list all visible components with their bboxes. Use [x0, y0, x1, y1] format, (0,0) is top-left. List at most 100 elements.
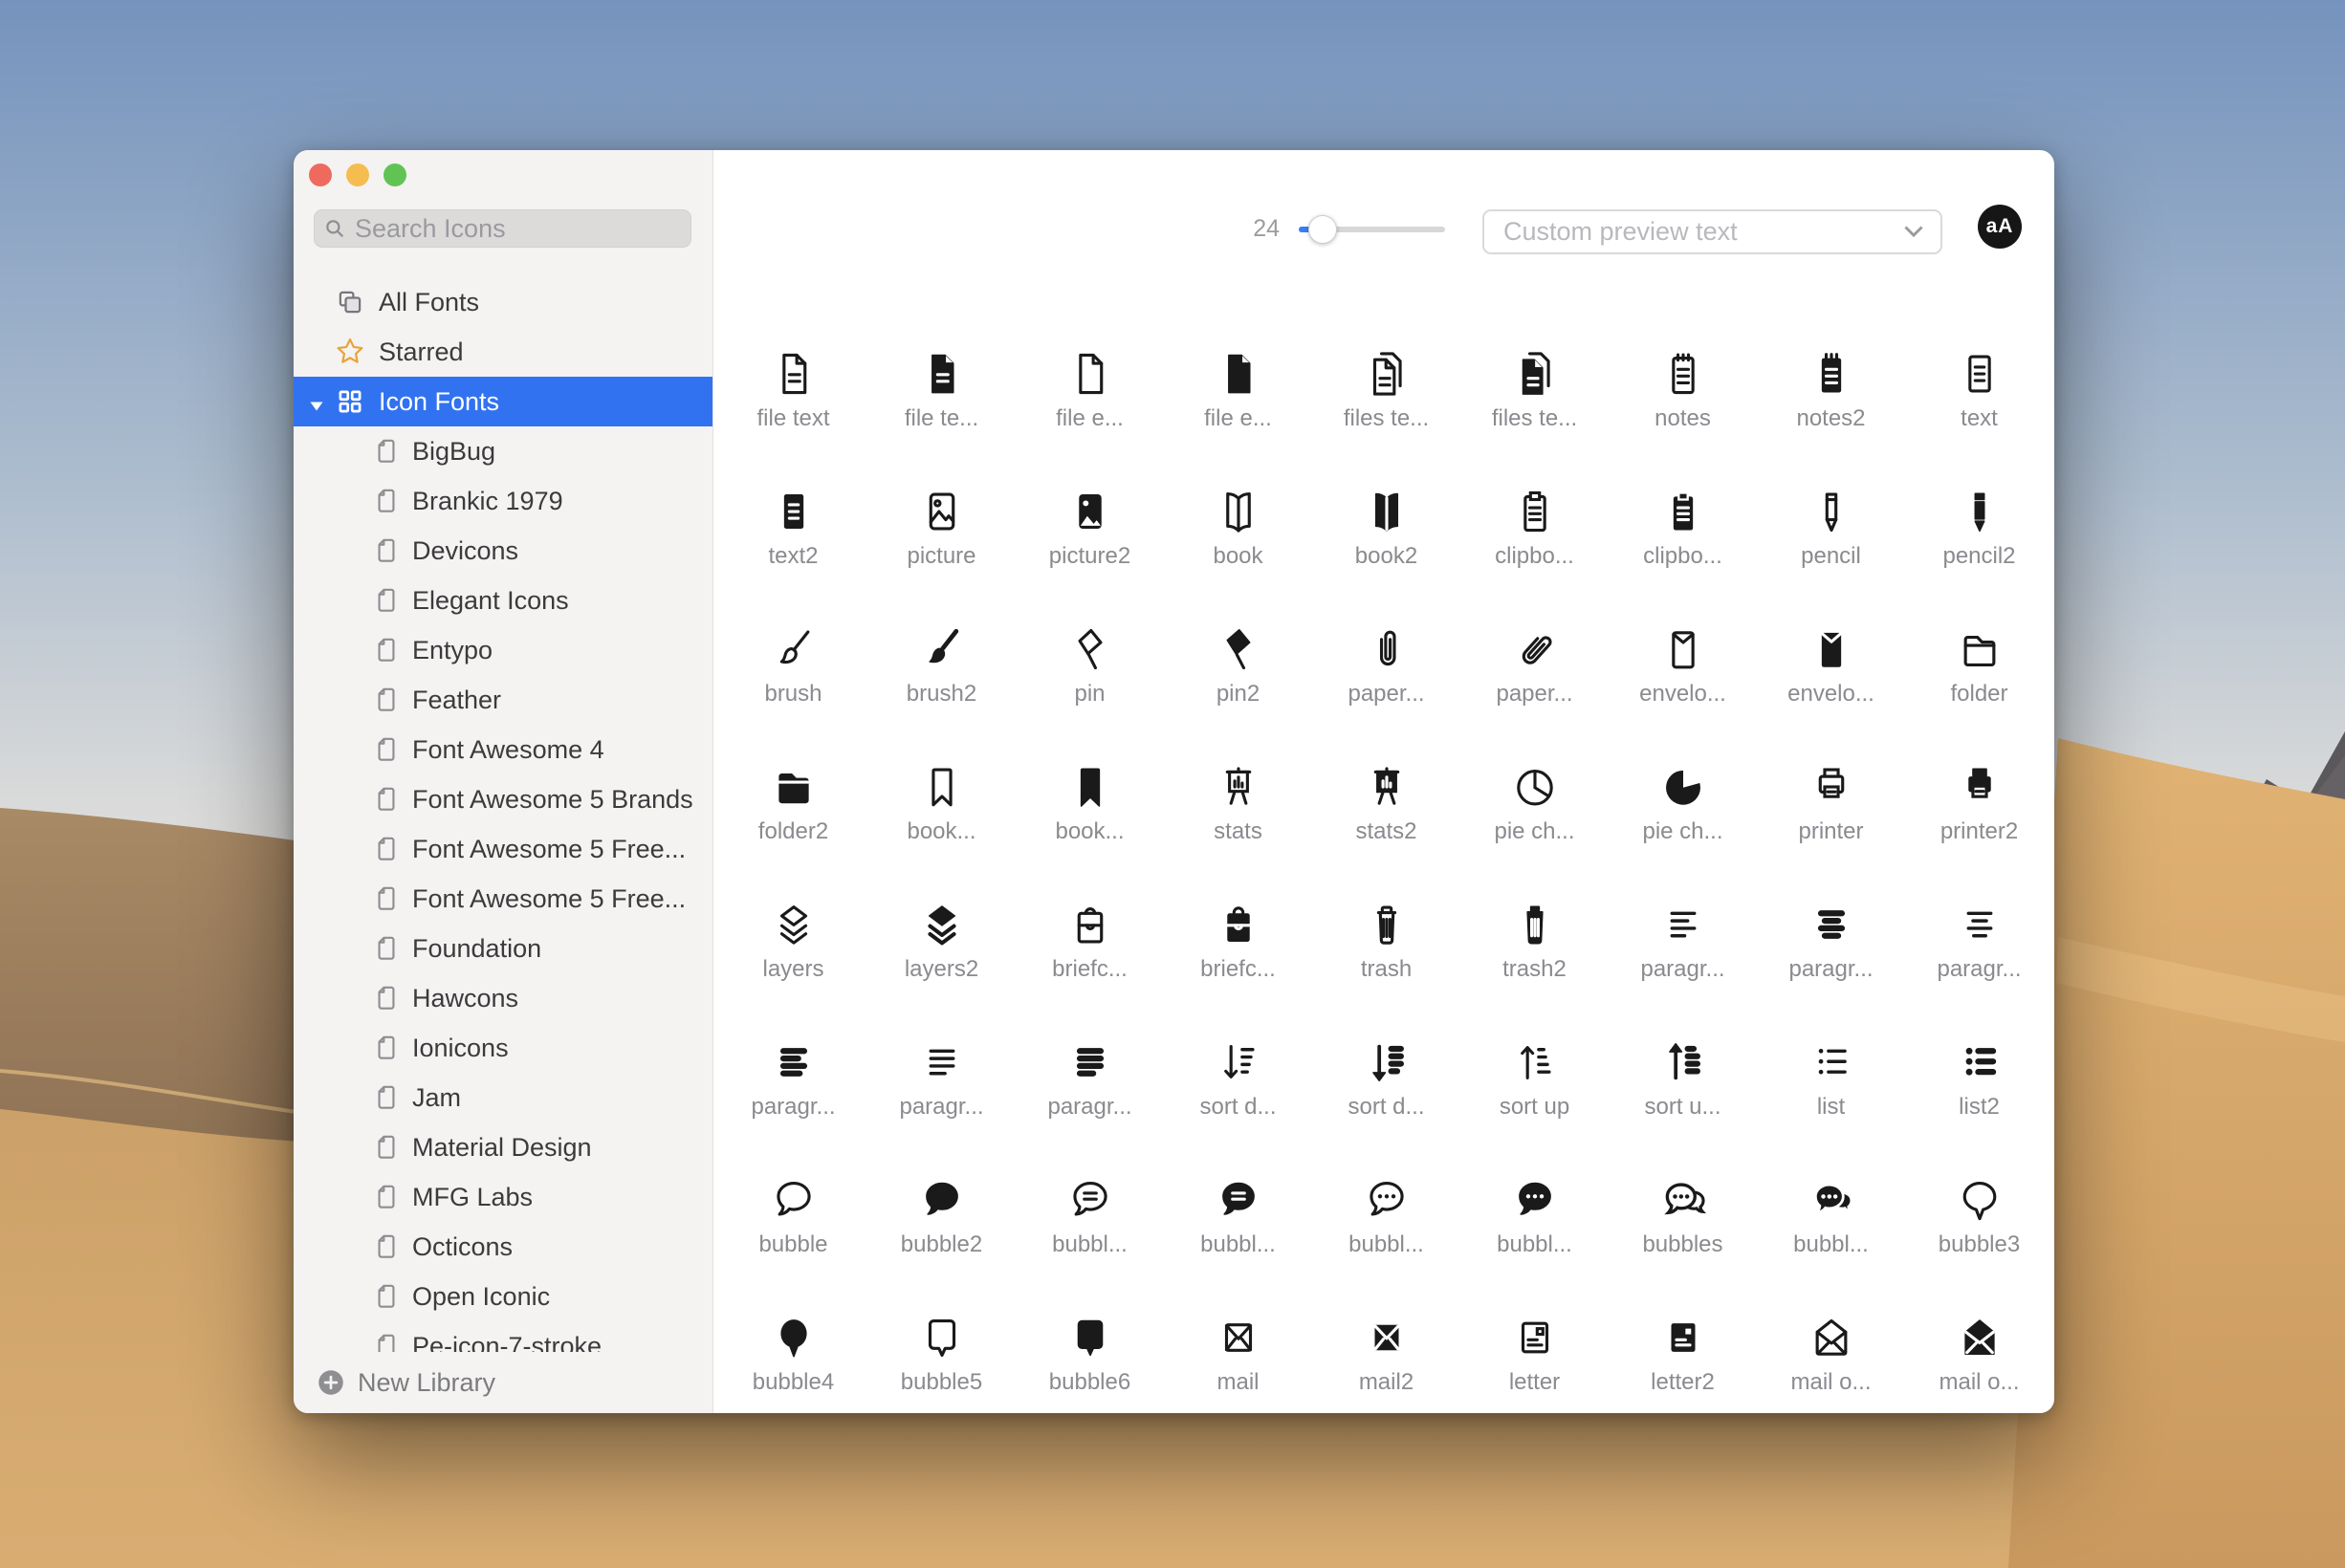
glyph-cell-file-empty2[interactable]: file e... — [1164, 305, 1312, 443]
glyph-cell-trash2[interactable]: trash2 — [1460, 856, 1609, 993]
glyph-cell-list[interactable]: list — [1757, 993, 1905, 1131]
glyph-cell-clipboard-text2[interactable]: clipbo... — [1609, 443, 1757, 580]
glyph-cell-bubble-dots2[interactable]: bubbl... — [1460, 1131, 1609, 1269]
glyph-cell-bubbles2[interactable]: bubbl... — [1757, 1131, 1905, 1269]
glyph-cell-paragraph-justify2[interactable]: paragr... — [1016, 993, 1164, 1131]
sidebar-library-bigbug[interactable]: BigBug — [294, 426, 712, 476]
glyph-cell-bubbles[interactable]: bubbles — [1609, 1131, 1757, 1269]
glyph-cell-text[interactable]: text — [1905, 305, 2053, 443]
glyph-cell-bookmark[interactable]: book... — [867, 718, 1016, 856]
sidebar-library-jam[interactable]: Jam — [294, 1073, 712, 1122]
sidebar-library-pe-icon-7-stroke[interactable]: Pe-icon-7-stroke — [294, 1321, 712, 1352]
preview-text-combobox[interactable]: Custom preview text — [1482, 209, 1942, 254]
glyph-cell-files-text[interactable]: files te... — [1312, 305, 1460, 443]
glyph-cell-book[interactable]: book — [1164, 443, 1312, 580]
glyph-cell-bubble6[interactable]: bubble6 — [1016, 1269, 1164, 1406]
slider-thumb[interactable] — [1308, 215, 1337, 244]
glyph-cell-notes2[interactable]: notes2 — [1757, 305, 1905, 443]
sidebar-item-icon-fonts[interactable]: Icon Fonts — [294, 377, 712, 426]
sidebar-library-hawcons[interactable]: Hawcons — [294, 973, 712, 1023]
glyph-cell-mail[interactable]: mail — [1164, 1269, 1312, 1406]
glyph-cell-bubble[interactable]: bubble — [719, 1131, 867, 1269]
glyph-cell-mail-open2[interactable]: mail o... — [1905, 1269, 2053, 1406]
glyph-cell-brush[interactable]: brush — [719, 580, 867, 718]
sidebar-item-starred[interactable]: Starred — [294, 327, 712, 377]
minimize-button[interactable] — [346, 163, 369, 186]
glyph-cell-folder2[interactable]: folder2 — [719, 718, 867, 856]
glyph-cell-brush2[interactable]: brush2 — [867, 580, 1016, 718]
glyph-cell-paragraph-left2[interactable]: paragr... — [719, 993, 867, 1131]
sidebar-library-font-awesome-5-free-[interactable]: Font Awesome 5 Free... — [294, 874, 712, 924]
glyph-cell-picture[interactable]: picture — [867, 443, 1016, 580]
glyph-cell-bubble3[interactable]: bubble3 — [1905, 1131, 2053, 1269]
sidebar-library-font-awesome-4[interactable]: Font Awesome 4 — [294, 725, 712, 774]
glyph-cell-sort-up2[interactable]: sort u... — [1609, 993, 1757, 1131]
glyph-cell-sort-down2[interactable]: sort d... — [1312, 993, 1460, 1131]
glyph-cell-picture2[interactable]: picture2 — [1016, 443, 1164, 580]
glyph-cell-text2[interactable]: text2 — [719, 443, 867, 580]
sidebar-library-font-awesome-5-brands[interactable]: Font Awesome 5 Brands — [294, 774, 712, 824]
sidebar-library-mfg-labs[interactable]: MFG Labs — [294, 1172, 712, 1222]
glyph-cell-pencil[interactable]: pencil — [1757, 443, 1905, 580]
glyph-cell-briefcase[interactable]: briefc... — [1016, 856, 1164, 993]
glyph-cell-pie-chart[interactable]: pie ch... — [1460, 718, 1609, 856]
glyph-cell-paragraph-left[interactable]: paragr... — [1609, 856, 1757, 993]
text-style-button[interactable]: aA — [1978, 205, 2022, 249]
glyph-cell-bookmark2[interactable]: book... — [1016, 718, 1164, 856]
glyph-cell-book2[interactable]: book2 — [1312, 443, 1460, 580]
search-field[interactable] — [314, 209, 691, 248]
glyph-cell-trash[interactable]: trash — [1312, 856, 1460, 993]
icon-size-slider[interactable] — [1299, 211, 1445, 248]
glyph-cell-file-text[interactable]: file text — [719, 305, 867, 443]
glyph-cell-bubble-lines2[interactable]: bubbl... — [1164, 1131, 1312, 1269]
search-input[interactable] — [353, 213, 681, 245]
sidebar-library-material-design[interactable]: Material Design — [294, 1122, 712, 1172]
glyph-cell-stats2[interactable]: stats2 — [1312, 718, 1460, 856]
close-button[interactable] — [309, 163, 332, 186]
sidebar-library-entypo[interactable]: Entypo — [294, 625, 712, 675]
glyph-cell-layers[interactable]: layers — [719, 856, 867, 993]
zoom-button[interactable] — [384, 163, 406, 186]
sidebar-library-feather[interactable]: Feather — [294, 675, 712, 725]
glyph-cell-file-text2[interactable]: file te... — [867, 305, 1016, 443]
glyph-cell-bubble4[interactable]: bubble4 — [719, 1269, 867, 1406]
glyph-cell-sort-up[interactable]: sort up — [1460, 993, 1609, 1131]
new-library-button[interactable]: New Library — [294, 1352, 712, 1413]
disclosure-triangle-icon[interactable] — [307, 392, 326, 411]
sidebar-item-all-fonts[interactable]: All Fonts — [294, 277, 712, 327]
glyph-cell-pin2[interactable]: pin2 — [1164, 580, 1312, 718]
glyph-cell-sort-down[interactable]: sort d... — [1164, 993, 1312, 1131]
glyph-cell-layers2[interactable]: layers2 — [867, 856, 1016, 993]
glyph-cell-notes[interactable]: notes — [1609, 305, 1757, 443]
glyph-cell-paperclip2[interactable]: paper... — [1460, 580, 1609, 718]
glyph-cell-envelope2[interactable]: envelo... — [1757, 580, 1905, 718]
glyph-cell-folder[interactable]: folder — [1905, 580, 2053, 718]
sidebar-library-octicons[interactable]: Octicons — [294, 1222, 712, 1272]
glyph-cell-bubble-dots[interactable]: bubbl... — [1312, 1131, 1460, 1269]
glyph-cell-paragraph-center2[interactable]: paragr... — [1757, 856, 1905, 993]
glyph-cell-bubble5[interactable]: bubble5 — [867, 1269, 1016, 1406]
glyph-cell-pie-chart2[interactable]: pie ch... — [1609, 718, 1757, 856]
glyph-cell-pin[interactable]: pin — [1016, 580, 1164, 718]
glyph-cell-file-empty[interactable]: file e... — [1016, 305, 1164, 443]
glyph-cell-bubble-lines[interactable]: bubbl... — [1016, 1131, 1164, 1269]
sidebar-library-font-awesome-5-free-[interactable]: Font Awesome 5 Free... — [294, 824, 712, 874]
glyph-cell-list2[interactable]: list2 — [1905, 993, 2053, 1131]
sidebar-library-elegant-icons[interactable]: Elegant Icons — [294, 576, 712, 625]
glyph-cell-printer[interactable]: printer — [1757, 718, 1905, 856]
glyph-cell-stats[interactable]: stats — [1164, 718, 1312, 856]
sidebar-library-brankic-1979[interactable]: Brankic 1979 — [294, 476, 712, 526]
glyph-cell-clipboard-text[interactable]: clipbo... — [1460, 443, 1609, 580]
sidebar-library-foundation[interactable]: Foundation — [294, 924, 712, 973]
glyph-cell-paragraph-center[interactable]: paragr... — [1905, 856, 2053, 993]
glyph-cell-briefcase2[interactable]: briefc... — [1164, 856, 1312, 993]
glyph-cell-files-text2[interactable]: files te... — [1460, 305, 1609, 443]
glyph-cell-paperclip[interactable]: paper... — [1312, 580, 1460, 718]
glyph-cell-letter[interactable]: letter — [1460, 1269, 1609, 1406]
glyph-cell-bubble2[interactable]: bubble2 — [867, 1131, 1016, 1269]
sidebar-library-ionicons[interactable]: Ionicons — [294, 1023, 712, 1073]
glyph-cell-envelope[interactable]: envelo... — [1609, 580, 1757, 718]
glyph-cell-letter2[interactable]: letter2 — [1609, 1269, 1757, 1406]
sidebar-library-open-iconic[interactable]: Open Iconic — [294, 1272, 712, 1321]
glyph-cell-paragraph-justify[interactable]: paragr... — [867, 993, 1016, 1131]
